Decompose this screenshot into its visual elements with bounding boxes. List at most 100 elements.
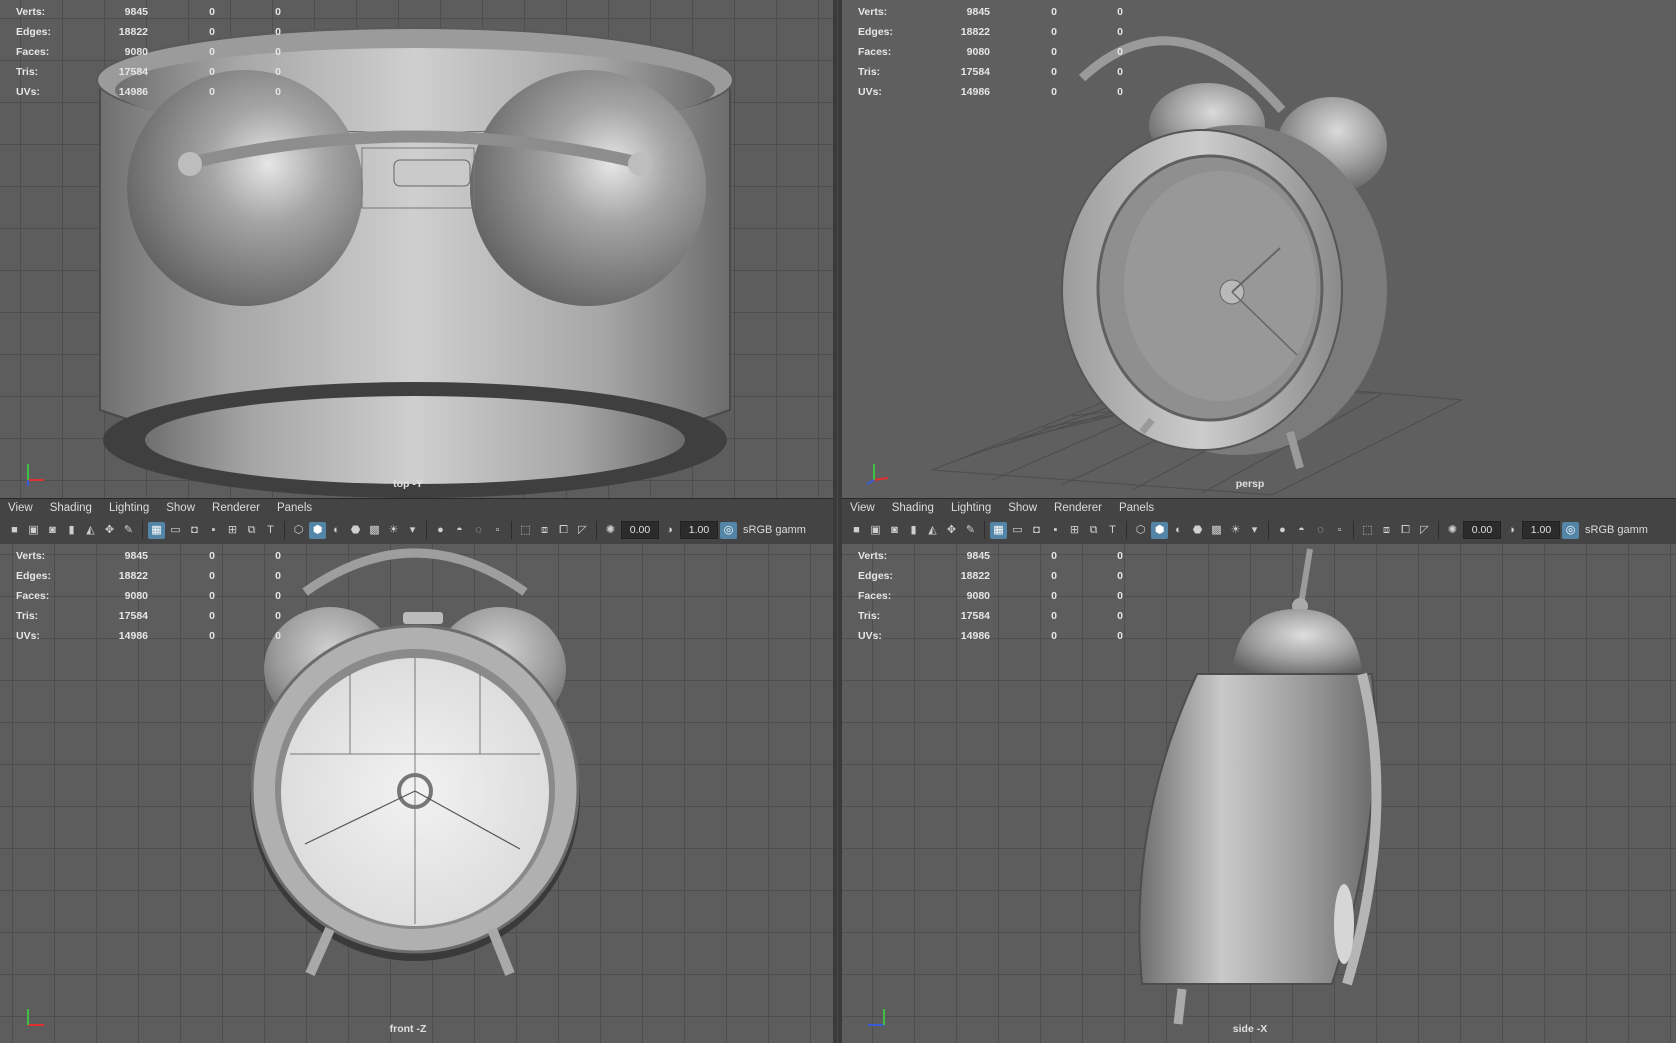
xray-joints-icon[interactable]: ⧈: [536, 522, 553, 539]
xray-icon[interactable]: ▩: [1208, 522, 1225, 539]
gamma-icon[interactable]: ◑: [1503, 522, 1520, 539]
color-management-icon[interactable]: ◎: [720, 521, 737, 539]
resolution-gate-icon[interactable]: ◘: [186, 522, 203, 539]
stats-value: 0: [275, 86, 281, 98]
xray-joints-icon[interactable]: ⧈: [1378, 522, 1395, 539]
wireframe-icon[interactable]: ⬡: [290, 522, 307, 539]
film-gate-icon[interactable]: ▭: [167, 522, 184, 539]
stats-value: 18822: [118, 570, 148, 582]
camera-icon[interactable]: ■: [6, 522, 23, 539]
xray-active-icon[interactable]: ⧠: [1397, 522, 1414, 539]
stats-value: 0: [1051, 570, 1057, 582]
safe-action-icon[interactable]: ⧉: [243, 522, 260, 539]
ambient-occlusion-icon[interactable]: ●: [432, 522, 449, 539]
shadows-icon[interactable]: ▾: [1246, 522, 1263, 539]
color-management-icon[interactable]: ◎: [1562, 521, 1579, 539]
viewport-splitter[interactable]: [833, 0, 842, 1043]
smooth-shade-icon[interactable]: ⬢: [1151, 521, 1168, 539]
antialiasing-icon[interactable]: ◌: [1312, 522, 1329, 539]
panel-toolbar-side: View Shading Lighting Show Renderer Pane…: [842, 498, 1676, 546]
exposure-field[interactable]: 0.00: [1463, 521, 1501, 539]
stats-value: 0: [1117, 570, 1123, 582]
menu-shading[interactable]: Shading: [892, 502, 934, 514]
poly-stats-table: Verts: 9845 0 0 Edges: 18822 0 0 Faces: 9080 0 0 …: [16, 2, 281, 102]
wireframe-icon[interactable]: ⬡: [1132, 522, 1149, 539]
camera-attributes-icon[interactable]: ▣: [25, 522, 42, 539]
gate-mask-icon[interactable]: ▪: [1047, 522, 1064, 539]
film-gate-icon[interactable]: ▭: [1009, 522, 1026, 539]
color-space-select[interactable]: sRGB gamm: [743, 524, 806, 536]
viewport-top[interactable]: Verts: 9845 0 0 Edges: 18822 0 0 Faces: 9080 0 0 …: [0, 0, 833, 498]
menu-shading[interactable]: Shading: [50, 502, 92, 514]
gamma-field[interactable]: 1.00: [680, 521, 718, 539]
lights-icon[interactable]: ☀: [1227, 522, 1244, 539]
image-plane-icon[interactable]: ◭: [82, 522, 99, 539]
image-plane-icon[interactable]: ◭: [924, 522, 941, 539]
grid-toggle-icon[interactable]: ▦: [148, 521, 165, 539]
stats-value: 0: [275, 610, 281, 622]
camera-icon[interactable]: ■: [848, 522, 865, 539]
isolate-select-icon[interactable]: ⬚: [1359, 522, 1376, 539]
field-chart-icon[interactable]: ⊞: [1066, 522, 1083, 539]
poly-stats-table: Verts: 9845 0 0 Edges: 18822 0 0 Faces: 9080 0 0 …: [16, 546, 281, 646]
xray-active-icon[interactable]: ⧠: [555, 522, 572, 539]
menu-renderer[interactable]: Renderer: [212, 502, 260, 514]
wireframe-on-shaded-icon[interactable]: ⬣: [1189, 522, 1206, 539]
depth-of-field-icon[interactable]: ▫: [489, 522, 506, 539]
viewport-side[interactable]: Verts: 9845 0 0 Edges: 18822 0 0 Faces: 9080 0 0 …: [842, 544, 1676, 1043]
camera-attributes-icon[interactable]: ▣: [867, 522, 884, 539]
menu-renderer[interactable]: Renderer: [1054, 502, 1102, 514]
shadows-icon[interactable]: ▾: [404, 522, 421, 539]
color-space-select[interactable]: sRGB gamm: [1585, 524, 1648, 536]
viewport-persp[interactable]: Verts: 9845 0 0 Edges: 18822 0 0 Faces: 9080 0 0 …: [842, 0, 1676, 498]
motion-blur-icon[interactable]: ◓: [1293, 522, 1310, 539]
camera-bookmark-icon[interactable]: ◙: [886, 522, 903, 539]
smooth-shade-icon[interactable]: ⬢: [309, 521, 326, 539]
menu-view[interactable]: View: [850, 502, 875, 514]
gate-mask-icon[interactable]: ▪: [205, 522, 222, 539]
safe-title-icon[interactable]: T: [262, 522, 279, 539]
menu-panels[interactable]: Panels: [1119, 502, 1154, 514]
lights-icon[interactable]: ☀: [385, 522, 402, 539]
exposure-icon[interactable]: ✺: [1444, 522, 1461, 539]
stats-value: 0: [1051, 66, 1057, 78]
field-chart-icon[interactable]: ⊞: [224, 522, 241, 539]
grid-toggle-icon[interactable]: ▦: [990, 521, 1007, 539]
camera-bookmark-icon[interactable]: ◙: [44, 522, 61, 539]
menu-lighting[interactable]: Lighting: [951, 502, 991, 514]
grease-pencil-icon[interactable]: ✎: [962, 522, 979, 539]
bookmark-icon[interactable]: ▮: [63, 522, 80, 539]
motion-blur-icon[interactable]: ◓: [451, 522, 468, 539]
ambient-occlusion-icon[interactable]: ●: [1274, 522, 1291, 539]
menu-view[interactable]: View: [8, 502, 33, 514]
stats-label: UVs:: [858, 86, 882, 98]
viewport-front[interactable]: Verts: 9845 0 0 Edges: 18822 0 0 Faces: 9080 0 0 …: [0, 544, 833, 1043]
xray-icon[interactable]: ▩: [366, 522, 383, 539]
stats-value: 9080: [966, 46, 990, 58]
backface-culling-icon[interactable]: ◸: [574, 522, 591, 539]
menu-show[interactable]: Show: [1008, 502, 1037, 514]
default-material-icon[interactable]: ◐: [1170, 522, 1187, 539]
gamma-icon[interactable]: ◑: [661, 522, 678, 539]
safe-action-icon[interactable]: ⧉: [1085, 522, 1102, 539]
menu-panels[interactable]: Panels: [277, 502, 312, 514]
resolution-gate-icon[interactable]: ◘: [1028, 522, 1045, 539]
isolate-select-icon[interactable]: ⬚: [517, 522, 534, 539]
antialiasing-icon[interactable]: ◌: [470, 522, 487, 539]
2d-pan-zoom-icon[interactable]: ✥: [943, 522, 960, 539]
stats-label: UVs:: [16, 630, 40, 642]
menu-show[interactable]: Show: [166, 502, 195, 514]
backface-culling-icon[interactable]: ◸: [1416, 522, 1433, 539]
safe-title-icon[interactable]: T: [1104, 522, 1121, 539]
menu-lighting[interactable]: Lighting: [109, 502, 149, 514]
depth-of-field-icon[interactable]: ▫: [1331, 522, 1348, 539]
bookmark-icon[interactable]: ▮: [905, 522, 922, 539]
grease-pencil-icon[interactable]: ✎: [120, 522, 137, 539]
stats-value: 9845: [124, 6, 148, 18]
2d-pan-zoom-icon[interactable]: ✥: [101, 522, 118, 539]
exposure-icon[interactable]: ✺: [602, 522, 619, 539]
default-material-icon[interactable]: ◐: [328, 522, 345, 539]
gamma-field[interactable]: 1.00: [1522, 521, 1560, 539]
wireframe-on-shaded-icon[interactable]: ⬣: [347, 522, 364, 539]
exposure-field[interactable]: 0.00: [621, 521, 659, 539]
